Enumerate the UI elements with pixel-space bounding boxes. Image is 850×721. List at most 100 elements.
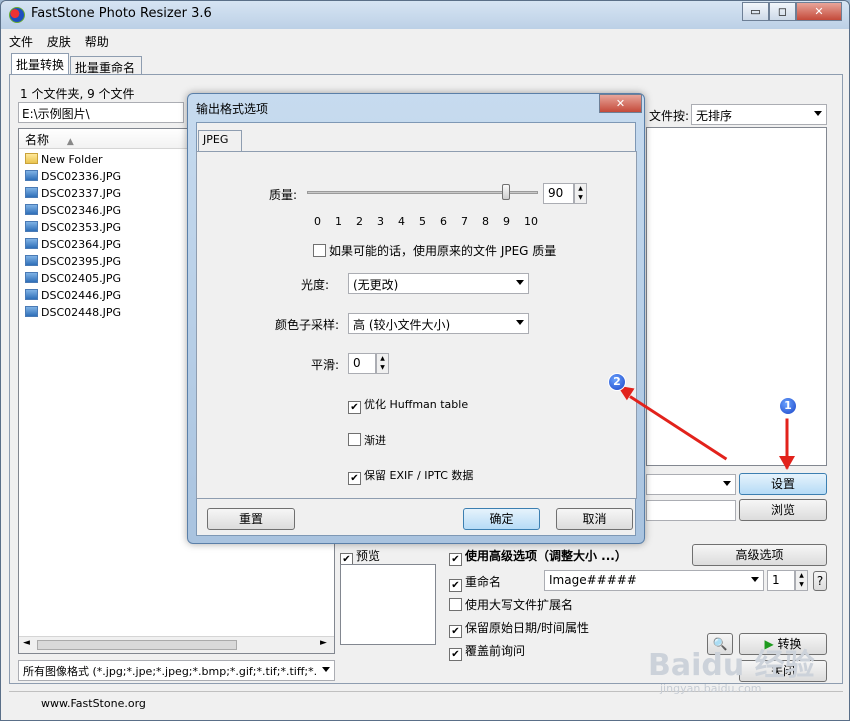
quality-tick-label: 1 bbox=[335, 215, 342, 228]
output-list[interactable] bbox=[646, 127, 827, 466]
stepper-down-icon[interactable]: ▼ bbox=[377, 363, 388, 372]
output-format-combo[interactable] bbox=[646, 474, 736, 495]
upper-ext-label: 使用大写文件扩展名 bbox=[465, 598, 574, 612]
progressive-checkbox[interactable] bbox=[348, 433, 361, 446]
watermark-url: jingyan.baidu.com bbox=[660, 682, 762, 695]
horizontal-scrollbar[interactable]: ◄ ► bbox=[19, 636, 334, 653]
preview-box bbox=[340, 564, 436, 645]
ok-button[interactable]: 确定 bbox=[463, 508, 540, 530]
stepper-up-icon[interactable]: ▲ bbox=[575, 184, 586, 193]
menu-bar: 文件 皮肤 帮助 bbox=[9, 33, 119, 51]
quality-tick-label: 8 bbox=[482, 215, 489, 228]
exif-label: 保留 EXIF / IPTC 数据 bbox=[364, 469, 474, 482]
stepper-down-icon[interactable]: ▼ bbox=[796, 580, 807, 589]
chevron-down-icon bbox=[322, 667, 330, 672]
quality-tick-label: 3 bbox=[377, 215, 384, 228]
image-file-icon bbox=[25, 255, 38, 266]
quality-ticks: 0 1 2 3 4 5 6 7 8 9 10 bbox=[314, 215, 538, 229]
rename-checkbox[interactable]: ✔ bbox=[449, 579, 462, 592]
rename-start-input[interactable]: 1 bbox=[767, 570, 795, 591]
image-file-icon bbox=[25, 204, 38, 215]
keep-date-label: 保留原始日期/时间属性 bbox=[465, 621, 590, 635]
arrow-1-head bbox=[779, 456, 795, 470]
sort-combo[interactable]: 无排序 bbox=[691, 104, 827, 125]
smooth-stepper[interactable]: ▲ ▼ bbox=[376, 353, 389, 374]
tab-batch-convert[interactable]: 批量转换 bbox=[11, 53, 69, 75]
exif-checkbox[interactable]: ✔ bbox=[348, 472, 361, 485]
scroll-thumb[interactable] bbox=[37, 640, 237, 650]
progressive-option[interactable]: 渐进 bbox=[348, 432, 386, 448]
rename-start-stepper[interactable]: ▲ ▼ bbox=[795, 570, 808, 591]
menu-file[interactable]: 文件 bbox=[9, 35, 33, 49]
annotation-badge-2: 2 bbox=[608, 373, 626, 391]
file-summary: 1 个文件夹, 9 个文件 bbox=[20, 87, 135, 101]
brightness-combo[interactable]: (无更改) bbox=[348, 273, 529, 294]
settings-button[interactable]: 设置 bbox=[739, 473, 827, 495]
quality-tick-label: 10 bbox=[524, 215, 538, 228]
rename-option[interactable]: ✔ 重命名 bbox=[449, 573, 501, 592]
keep-date-option[interactable]: ✔ 保留原始日期/时间属性 bbox=[449, 619, 589, 638]
file-name: DSC02364.JPG bbox=[41, 238, 122, 251]
website-link[interactable]: www.FastStone.org bbox=[41, 697, 146, 710]
file-name: DSC02448.JPG bbox=[41, 306, 122, 319]
path-input[interactable]: E:\示例图片\ bbox=[18, 102, 184, 123]
overwrite-option[interactable]: ✔ 覆盖前询问 bbox=[449, 642, 525, 661]
sort-label: 文件按: bbox=[649, 109, 690, 123]
keep-date-checkbox[interactable]: ✔ bbox=[449, 625, 462, 638]
huffman-checkbox[interactable]: ✔ bbox=[348, 401, 361, 414]
stepper-up-icon[interactable]: ▲ bbox=[377, 354, 388, 363]
dialog-close-button[interactable]: ✕ bbox=[599, 94, 642, 113]
watermark-logo: Baidu 经验 bbox=[648, 648, 815, 683]
output-folder-input[interactable] bbox=[646, 500, 736, 521]
image-file-icon bbox=[25, 306, 38, 317]
upper-ext-checkbox[interactable] bbox=[449, 598, 462, 611]
use-original-label: 如果可能的话，使用原来的文件 JPEG 质量 bbox=[329, 244, 557, 258]
folder-icon bbox=[25, 153, 38, 164]
cancel-button[interactable]: 取消 bbox=[556, 508, 633, 530]
help-button[interactable]: ? bbox=[813, 571, 827, 591]
minimize-button[interactable]: ▭ bbox=[742, 2, 769, 21]
overwrite-checkbox[interactable]: ✔ bbox=[449, 648, 462, 661]
stepper-down-icon[interactable]: ▼ bbox=[575, 193, 586, 202]
close-button[interactable]: ✕ bbox=[796, 2, 842, 21]
tab-batch-rename[interactable]: 批量重命名 bbox=[70, 56, 142, 76]
file-name: DSC02336.JPG bbox=[41, 170, 122, 183]
tab-jpeg[interactable]: JPEG bbox=[198, 130, 242, 152]
advanced-options-button[interactable]: 高级选项 bbox=[692, 544, 827, 566]
huffman-label: 优化 Huffman table bbox=[364, 398, 469, 411]
menu-skin[interactable]: 皮肤 bbox=[47, 35, 71, 49]
huffman-option[interactable]: ✔ 优化 Huffman table bbox=[348, 396, 468, 414]
browse-button[interactable]: 浏览 bbox=[739, 499, 827, 521]
file-name: DSC02346.JPG bbox=[41, 204, 122, 217]
advanced-checkbox[interactable]: ✔ bbox=[449, 553, 462, 566]
rename-pattern-combo[interactable]: Image##### bbox=[544, 570, 764, 591]
smooth-input[interactable]: 0 bbox=[348, 353, 376, 374]
stepper-up-icon[interactable]: ▲ bbox=[796, 571, 807, 580]
use-original-checkbox[interactable] bbox=[313, 244, 326, 257]
menu-help[interactable]: 帮助 bbox=[85, 35, 109, 49]
subsample-combo[interactable]: 高 (较小文件大小) bbox=[348, 313, 529, 334]
chevron-down-icon bbox=[751, 577, 759, 582]
scroll-left-icon[interactable]: ◄ bbox=[23, 638, 30, 648]
image-file-icon bbox=[25, 170, 38, 181]
use-original-option[interactable]: 如果可能的话，使用原来的文件 JPEG 质量 bbox=[313, 242, 556, 259]
image-file-icon bbox=[25, 272, 38, 283]
quality-tick-label: 6 bbox=[440, 215, 447, 228]
reset-button[interactable]: 重置 bbox=[207, 508, 295, 530]
file-name: DSC02446.JPG bbox=[41, 289, 122, 302]
maximize-button[interactable]: ◻ bbox=[769, 2, 796, 21]
quality-tick-label: 9 bbox=[503, 215, 510, 228]
quality-slider-thumb[interactable] bbox=[502, 184, 510, 200]
quality-input[interactable]: 90 bbox=[543, 183, 574, 204]
quality-tick-label: 5 bbox=[419, 215, 426, 228]
app-icon bbox=[9, 7, 25, 23]
upper-ext-option[interactable]: 使用大写文件扩展名 bbox=[449, 596, 573, 613]
format-filter-combo[interactable]: 所有图像格式 (*.jpg;*.jpe;*.jpeg;*.bmp;*.gif;*… bbox=[18, 660, 335, 681]
scroll-right-icon[interactable]: ► bbox=[320, 638, 327, 648]
advanced-option[interactable]: ✔ 使用高级选项（调整大小 ...） bbox=[449, 547, 627, 566]
exif-option[interactable]: ✔ 保留 EXIF / IPTC 数据 bbox=[348, 467, 473, 485]
sort-value: 无排序 bbox=[696, 109, 733, 123]
column-name: 名称 bbox=[25, 133, 50, 147]
quality-stepper[interactable]: ▲ ▼ bbox=[574, 183, 587, 204]
image-file-icon bbox=[25, 289, 38, 300]
